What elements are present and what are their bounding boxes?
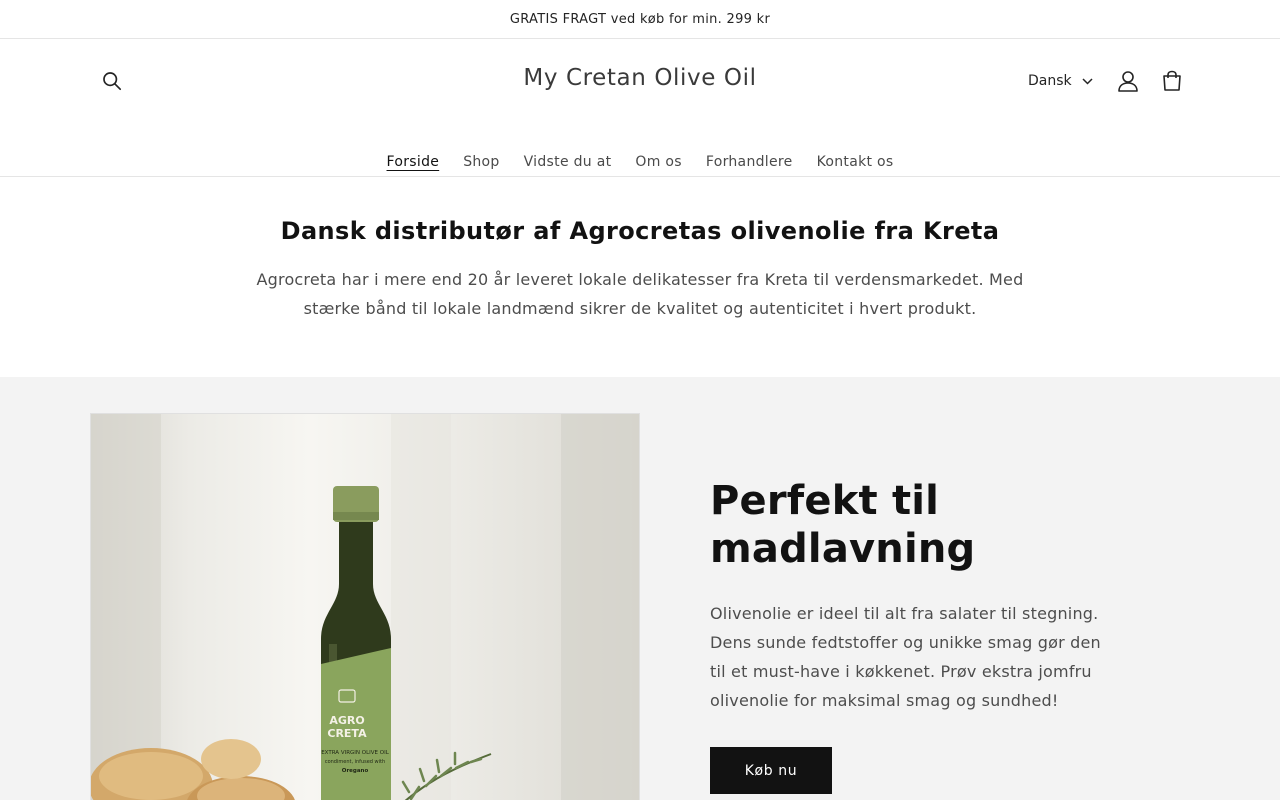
intro-section: Dansk distributør af Agrocretas olivenol… xyxy=(0,177,1280,377)
account-button[interactable] xyxy=(1106,59,1150,103)
feature-text: Olivenolie er ideel til alt fra salater … xyxy=(710,604,1101,710)
bottle-label-brand-1: AGRO xyxy=(329,714,364,727)
cart-button[interactable] xyxy=(1150,59,1194,103)
header-top: My Cretan Olive Oil Dansk xyxy=(0,39,1280,123)
site-title[interactable]: My Cretan Olive Oil xyxy=(523,65,756,91)
account-icon xyxy=(1118,71,1138,92)
bottle-label-product: EXTRA VIRGIN OLIVE OIL xyxy=(321,750,390,756)
feature-heading: Perfekt til madlavning xyxy=(710,478,976,572)
language-selected: Dansk xyxy=(1028,73,1072,89)
language-selector[interactable]: Dansk xyxy=(1028,69,1093,93)
chevron-down-icon xyxy=(1082,77,1093,85)
olive-oil-bottle-illustration: AGRO CRETA EXTRA VIRGIN OLIVE OIL condim… xyxy=(91,414,639,800)
announcement-text: GRATIS FRAGT ved køb for min. 299 kr xyxy=(509,11,771,27)
search-button[interactable] xyxy=(90,59,134,103)
nav-item-kontakt-os[interactable]: Kontakt os xyxy=(805,150,906,174)
intro-heading: Dansk distributør af Agrocretas olivenol… xyxy=(280,217,1000,245)
main-navigation: Forside Shop Vidste du at Om os Forhandl… xyxy=(0,150,1280,174)
nav-item-forhandlere[interactable]: Forhandlere xyxy=(694,150,805,174)
nav-item-vidste-du-at[interactable]: Vidste du at xyxy=(512,150,624,174)
nav-item-om-os[interactable]: Om os xyxy=(623,150,693,174)
nav-item-forside[interactable]: Forside xyxy=(375,150,452,174)
nav-item-shop[interactable]: Shop xyxy=(451,150,511,174)
bottle-label-flavor: Oregano xyxy=(342,768,369,774)
bottle-label-brand-2: CRETA xyxy=(327,727,367,740)
intro-text: Agrocreta har i mere end 20 år leveret l… xyxy=(256,270,1024,318)
cart-icon xyxy=(1163,70,1181,91)
product-image: AGRO CRETA EXTRA VIRGIN OLIVE OIL condim… xyxy=(90,413,640,800)
feature-section: AGRO CRETA EXTRA VIRGIN OLIVE OIL condim… xyxy=(0,377,1280,800)
buy-now-button[interactable]: Køb nu xyxy=(710,747,832,794)
feature-text-block: Perfekt til madlavning Olivenolie er ide… xyxy=(710,477,1130,794)
bottle-label-infused: condiment, infused with xyxy=(325,759,385,765)
search-icon xyxy=(103,72,122,91)
site-header: My Cretan Olive Oil Dansk Forside Shop V… xyxy=(0,39,1280,177)
announcement-bar: GRATIS FRAGT ved køb for min. 299 kr xyxy=(0,0,1280,39)
